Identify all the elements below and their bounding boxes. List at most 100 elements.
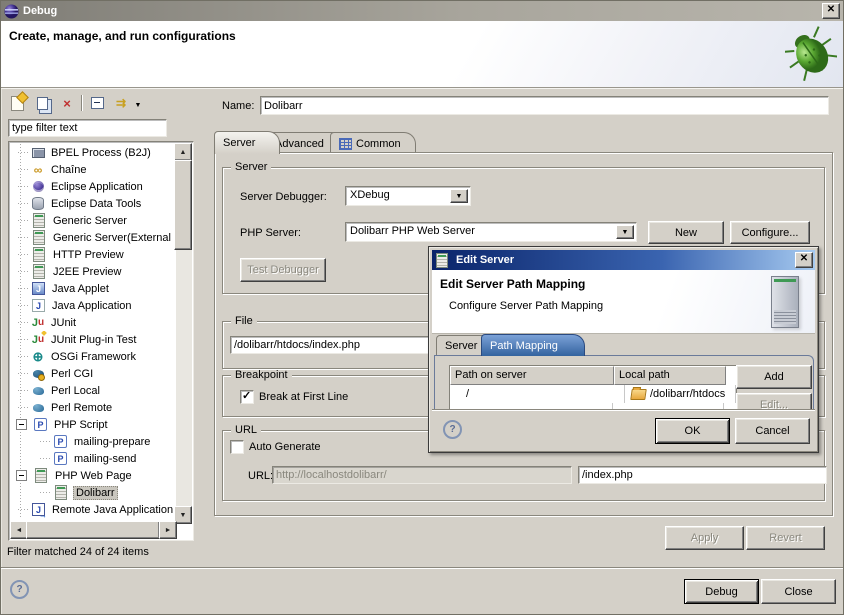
tree-item-remote-java-application[interactable]: Remote Java Application	[11, 501, 175, 518]
tree-item-php-web-page[interactable]: PHP Web Page	[11, 467, 175, 484]
tree-item-eclipse-data-tools[interactable]: Eclipse Data Tools	[11, 195, 175, 212]
table-icon	[339, 138, 352, 150]
help-icon[interactable]: ?	[443, 420, 462, 439]
delete-icon[interactable]: ×	[58, 94, 76, 112]
name-input[interactable]	[260, 96, 829, 115]
php-icon	[54, 452, 67, 465]
close-icon[interactable]: ✕	[795, 252, 813, 268]
banner-message: Create, manage, and run configurations	[9, 29, 236, 43]
debug-bug-icon	[785, 26, 837, 82]
tree-item-label: Perl CGI	[49, 367, 95, 381]
chevron-down-icon[interactable]: ▼	[450, 189, 468, 203]
column-header[interactable]: Local path	[614, 366, 726, 385]
tree-item-osgi-framework[interactable]: OSGi Framework	[11, 348, 175, 365]
java-applet-icon	[32, 282, 45, 295]
tree-connector	[14, 331, 31, 348]
tree-connector	[14, 246, 31, 263]
configure-button[interactable]: Configure...	[730, 221, 810, 244]
test-debugger-button[interactable]: Test Debugger	[240, 258, 326, 282]
filter-status: Filter matched 24 of 24 items	[7, 546, 149, 558]
tree-connector	[14, 297, 31, 314]
tree-item-j2ee-preview[interactable]: J2EE Preview	[11, 263, 175, 280]
tab-server[interactable]: Server	[214, 131, 280, 154]
new-server-button[interactable]: New	[648, 221, 724, 244]
url-path-input[interactable]	[578, 466, 827, 484]
tree-item-label: Perl Remote	[49, 401, 114, 415]
path-mapping-table[interactable]: Path on server Local path / /dolibarr/ht…	[449, 365, 737, 409]
cancel-button[interactable]: Cancel	[735, 418, 810, 444]
edit-server-titlebar[interactable]: Edit Server ✕	[432, 250, 815, 270]
bpel-process-icon	[31, 146, 45, 160]
debug-configurations-window: Debug ✕ Create, manage, and run configur…	[0, 0, 844, 615]
junit-plugin-icon	[31, 333, 45, 347]
break-first-line-checkbox[interactable]	[240, 390, 254, 404]
menu-dropdown-icon[interactable]: ▼	[133, 96, 143, 114]
window-titlebar[interactable]: Debug ✕	[1, 1, 843, 21]
tree-item-bpel-process-b2j-[interactable]: BPEL Process (B2J)	[11, 144, 175, 161]
scroll-right-icon[interactable]: ►	[159, 521, 177, 539]
tree-item-label: Java Application	[50, 299, 134, 313]
tree-vscroll-thumb[interactable]	[174, 160, 192, 250]
tree-item-mailing-send[interactable]: mailing-send	[11, 450, 175, 467]
tree-item-label: Generic Server(External La	[51, 231, 175, 245]
add-mapping-button[interactable]: Add	[736, 365, 812, 389]
tree-item-java-application[interactable]: Java Application	[11, 297, 175, 314]
remote-java-icon	[32, 503, 45, 516]
tree-item-php-script[interactable]: PHP Script	[11, 416, 175, 433]
tree-connector	[36, 433, 53, 450]
dialog-subheading: Configure Server Path Mapping	[449, 300, 603, 312]
collapse-all-icon[interactable]	[88, 94, 106, 112]
debug-button[interactable]: Debug	[684, 579, 759, 604]
server-group-title: Server	[231, 162, 271, 173]
filter-input[interactable]	[8, 119, 167, 137]
tree-item-label: Chaîne	[49, 163, 88, 177]
close-button[interactable]: Close	[761, 579, 836, 604]
edit-mapping-button[interactable]: Edit...	[736, 393, 812, 409]
php-web-icon	[55, 485, 67, 500]
filter-icon[interactable]: ⇉	[112, 94, 130, 112]
duplicate-icon[interactable]	[33, 94, 51, 112]
revert-button[interactable]: Revert	[746, 526, 825, 550]
ok-button[interactable]: OK	[655, 418, 730, 444]
tree-connector	[14, 314, 31, 331]
tree-item-label: JUnit Plug-in Test	[49, 333, 138, 347]
perl-icon	[31, 384, 45, 398]
chevron-down-icon[interactable]: ▼	[616, 225, 634, 239]
php-server-combo[interactable]: Dolibarr PHP Web Server ▼	[345, 222, 637, 242]
tree-item-cha-ne[interactable]: Chaîne	[11, 161, 175, 178]
tree-item-perl-cgi[interactable]: Perl CGI	[11, 365, 175, 382]
tab-common[interactable]: Common	[330, 132, 416, 154]
tree-connector	[14, 212, 31, 229]
table-row[interactable]: / /dolibarr/htdocs	[450, 385, 736, 403]
configuration-tree-panel: BPEL Process (B2J) ChaîneEclipse Applicat…	[8, 141, 194, 541]
tree-hscroll-thumb[interactable]	[26, 521, 160, 539]
tree-item-http-preview[interactable]: HTTP Preview	[11, 246, 175, 263]
tree-item-perl-local[interactable]: Perl Local	[11, 382, 175, 399]
new-configuration-icon[interactable]	[8, 94, 26, 112]
auto-generate-checkbox[interactable]	[230, 440, 244, 454]
help-icon[interactable]: ?	[10, 580, 29, 599]
tree-item-mailing-prepare[interactable]: mailing-prepare	[11, 433, 175, 450]
tree-item-eclipse-application[interactable]: Eclipse Application	[11, 178, 175, 195]
server-icon	[33, 247, 45, 262]
tree-item-generic-server-external-la[interactable]: Generic Server(External La	[11, 229, 175, 246]
php-web-icon	[35, 468, 47, 483]
tree-item-label: Generic Server	[51, 214, 129, 228]
tree-item-dolibarr[interactable]: Dolibarr	[11, 484, 175, 501]
tab-path-mapping[interactable]: Path Mapping	[481, 334, 585, 356]
apply-button[interactable]: Apply	[665, 526, 744, 550]
server-debugger-combo[interactable]: XDebug ▼	[345, 186, 471, 206]
collapse-toggle-icon[interactable]	[16, 419, 27, 430]
close-icon[interactable]: ✕	[822, 3, 840, 19]
column-header[interactable]: Path on server	[450, 366, 614, 385]
tree-item-generic-server[interactable]: Generic Server	[11, 212, 175, 229]
tree-item-perl-remote[interactable]: Perl Remote	[11, 399, 175, 416]
collapse-toggle-icon[interactable]	[16, 470, 27, 481]
tree-item-java-applet[interactable]: Java Applet	[11, 280, 175, 297]
scroll-up-icon[interactable]: ▲	[174, 143, 192, 161]
tree-connector	[14, 178, 31, 195]
tree-item-junit[interactable]: JUnit	[11, 314, 175, 331]
tree-connector	[14, 263, 31, 280]
tree-item-junit-plug-in-test[interactable]: JUnit Plug-in Test	[11, 331, 175, 348]
php-icon	[34, 418, 47, 431]
